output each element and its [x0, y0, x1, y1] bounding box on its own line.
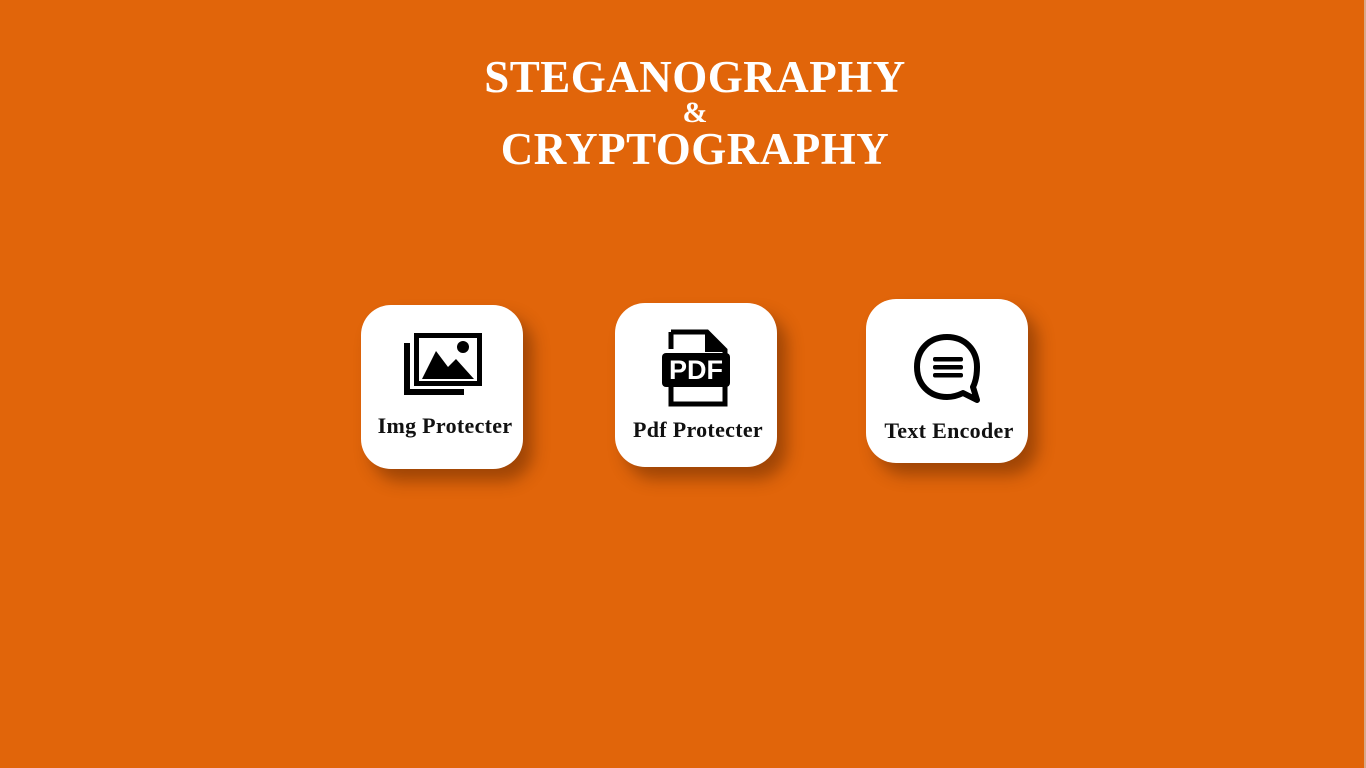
text-encoder-label: Text Encoder [884, 418, 1014, 443]
page-title: STEGANOGRAPHY & CRYPTOGRAPHY [0, 52, 1366, 174]
title-ampersand: & [682, 96, 708, 129]
img-protecter-label: Img Protecter [377, 413, 513, 438]
title-steganography: STEGANOGRAPHY [484, 52, 906, 102]
img-protecter-button[interactable]: Img Protecter [361, 305, 523, 469]
pdf-protecter-button[interactable]: PDF Pdf Protecter [615, 303, 777, 467]
pdf-icon-text: PDF [669, 355, 723, 385]
pdf-protecter-label: Pdf Protecter [633, 417, 763, 442]
pdf-file-icon: PDF [615, 329, 777, 412]
image-gallery-icon [361, 333, 523, 402]
chat-bubble-icon [866, 333, 1028, 410]
text-encoder-button[interactable]: Text Encoder [866, 299, 1028, 463]
title-cryptography: CRYPTOGRAPHY [500, 124, 890, 174]
